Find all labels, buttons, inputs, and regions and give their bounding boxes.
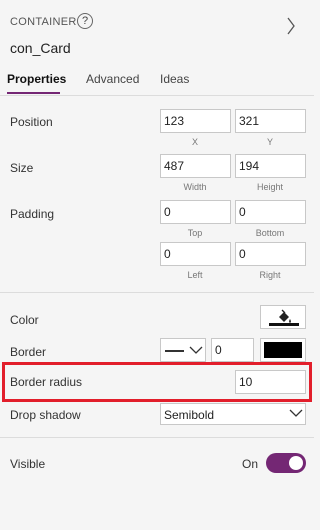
control-type-label: CONTAINER: [10, 16, 77, 28]
chevron-down-icon: [289, 409, 303, 417]
chevron-right-icon[interactable]: [286, 16, 296, 36]
position-x-caption: X: [191, 137, 198, 147]
padding-left-input[interactable]: [160, 242, 231, 266]
control-name[interactable]: con_Card: [10, 40, 71, 56]
visible-label: Visible: [10, 457, 46, 471]
border-color-swatch: [264, 342, 302, 358]
visible-toggle[interactable]: [266, 453, 306, 473]
padding-right-input[interactable]: [235, 242, 306, 266]
border-width-input[interactable]: [211, 338, 254, 362]
color-picker-button[interactable]: [260, 305, 306, 329]
help-icon[interactable]: ?: [77, 13, 93, 29]
toggle-knob: [289, 456, 303, 470]
drop-shadow-value: Semibold: [164, 408, 215, 422]
position-y-caption: Y: [266, 137, 273, 147]
tab-ideas[interactable]: Ideas: [160, 72, 189, 86]
color-label: Color: [10, 313, 39, 327]
chevron-down-icon: [189, 346, 203, 354]
tab-divider: [0, 95, 314, 96]
highlight-box: [2, 362, 312, 402]
padding-bottom-input[interactable]: [235, 200, 306, 224]
section-divider: [0, 292, 314, 293]
padding-label: Padding: [10, 207, 55, 221]
visible-state-text: On: [242, 457, 259, 471]
drop-shadow-label: Drop shadow: [10, 408, 81, 422]
size-height-input[interactable]: [235, 154, 306, 178]
position-x-input[interactable]: [160, 109, 231, 133]
tab-properties[interactable]: Properties: [7, 72, 66, 86]
padding-left-caption: Left: [187, 270, 203, 280]
drop-shadow-dropdown[interactable]: Semibold: [160, 403, 306, 425]
size-label: Size: [10, 161, 34, 175]
padding-right-caption: Right: [259, 270, 281, 280]
border-color-button[interactable]: [260, 338, 306, 362]
properties-panel: CONTAINER ? con_Card Properties Advanced…: [0, 0, 314, 530]
size-height-caption: Height: [256, 182, 283, 192]
size-width-input[interactable]: [160, 154, 231, 178]
section-divider-2: [0, 437, 314, 438]
border-label: Border: [10, 345, 47, 359]
size-width-caption: Width: [183, 182, 207, 192]
position-label: Position: [10, 115, 53, 129]
border-style-dropdown[interactable]: [160, 338, 206, 362]
padding-top-caption: Top: [187, 228, 203, 238]
padding-top-input[interactable]: [160, 200, 231, 224]
tab-advanced[interactable]: Advanced: [86, 72, 139, 86]
active-tab-indicator: [7, 92, 60, 94]
position-y-input[interactable]: [235, 109, 306, 133]
paint-bucket-icon: [269, 309, 299, 326]
padding-bottom-caption: Bottom: [255, 228, 285, 238]
border-style-line: [165, 350, 184, 352]
